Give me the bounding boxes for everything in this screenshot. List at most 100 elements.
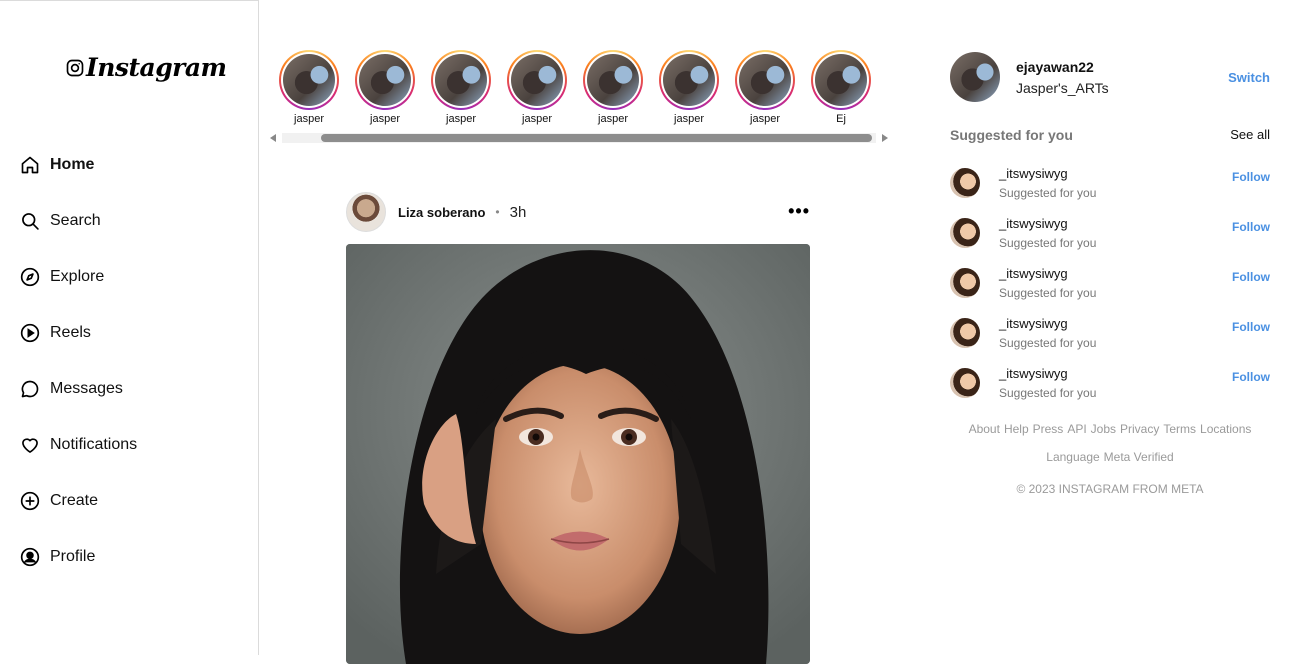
suggestion-avatar[interactable] <box>950 318 980 348</box>
story-ring <box>507 50 567 110</box>
nav-item-notifications[interactable]: Notifications <box>20 417 137 473</box>
story-ring <box>431 50 491 110</box>
home-icon <box>21 156 39 174</box>
nav-item-profile[interactable]: Profile <box>20 529 137 585</box>
suggestion-avatar[interactable] <box>950 268 980 298</box>
follow-button[interactable]: Follow <box>1232 270 1270 284</box>
story-username: jasper <box>446 113 476 125</box>
suggestion-avatar[interactable] <box>950 218 980 248</box>
nav-item-search[interactable]: Search <box>20 193 137 249</box>
logo-wordmark: Instagram <box>86 53 227 82</box>
follow-button[interactable]: Follow <box>1232 370 1270 384</box>
footer-link-language[interactable]: Language <box>1046 450 1099 464</box>
story-item[interactable]: jasper <box>507 50 567 125</box>
post-header: Liza soberano • 3h ••• <box>346 192 810 232</box>
story-item[interactable]: jasper <box>583 50 643 125</box>
footer-link-press[interactable]: Press <box>1033 422 1064 436</box>
suggestion-text: _itswysiwyg Suggested for you <box>999 166 1096 200</box>
suggestion-username[interactable]: _itswysiwyg <box>999 266 1096 281</box>
nav-label: Notifications <box>50 436 138 453</box>
more-options-icon[interactable]: ••• <box>788 202 810 220</box>
scroll-left-arrow-icon[interactable] <box>270 134 276 142</box>
nav-item-reels[interactable]: Reels <box>20 305 137 361</box>
follow-button[interactable]: Follow <box>1232 170 1270 184</box>
nav-item-messages[interactable]: Messages <box>20 361 137 417</box>
suggestion-item: _itswysiwyg Suggested for you Follow <box>950 258 1270 308</box>
nav-item-explore[interactable]: Explore <box>20 249 137 305</box>
suggestion-subtitle: Suggested for you <box>999 336 1097 350</box>
suggestion-avatar[interactable] <box>950 168 980 198</box>
footer-link-terms[interactable]: Terms <box>1163 422 1196 436</box>
nav-item-home[interactable]: Home <box>20 137 137 193</box>
suggestion-text: _itswysiwyg Suggested for you <box>999 216 1096 250</box>
story-username: jasper <box>674 113 704 125</box>
story-avatar <box>815 54 867 106</box>
suggestion-text: _itswysiwyg Suggested for you <box>999 266 1096 300</box>
suggestion-username[interactable]: _itswysiwyg <box>999 216 1096 231</box>
story-item[interactable]: Ej <box>811 50 871 125</box>
story-item[interactable]: jasper <box>659 50 719 125</box>
current-user-avatar[interactable] <box>950 52 1000 102</box>
footer-link-jobs[interactable]: Jobs <box>1091 422 1116 436</box>
stories-scrollbar[interactable] <box>270 132 888 144</box>
post-author-avatar[interactable] <box>346 192 386 232</box>
story-avatar <box>587 54 639 106</box>
suggestions-title: Suggested for you <box>950 127 1073 143</box>
suggestion-text: _itswysiwyg Suggested for you <box>999 316 1096 350</box>
suggestion-username[interactable]: _itswysiwyg <box>999 366 1096 381</box>
scrollbar-thumb[interactable] <box>321 134 872 142</box>
nav-label: Explore <box>50 268 105 285</box>
story-ring <box>355 50 415 110</box>
suggestion-avatar[interactable] <box>950 368 980 398</box>
post-image[interactable] <box>346 244 810 664</box>
story-item[interactable]: jasper <box>735 50 795 125</box>
suggestion-subtitle: Suggested for you <box>999 386 1097 400</box>
footer-link-about[interactable]: About <box>969 422 1000 436</box>
instagram-camera-icon <box>66 59 84 76</box>
follow-button[interactable]: Follow <box>1232 320 1270 334</box>
follow-button[interactable]: Follow <box>1232 220 1270 234</box>
story-ring <box>659 50 719 110</box>
story-username: jasper <box>370 113 400 125</box>
story-username: jasper <box>522 113 552 125</box>
story-username: jasper <box>598 113 628 125</box>
story-ring-gap <box>813 52 869 108</box>
suggestion-text: _itswysiwyg Suggested for you <box>999 366 1096 400</box>
footer-link-locations[interactable]: Locations <box>1200 422 1251 436</box>
suggestion-item: _itswysiwyg Suggested for you Follow <box>950 158 1270 208</box>
story-ring-gap <box>357 52 413 108</box>
suggestion-username[interactable]: _itswysiwyg <box>999 166 1096 181</box>
suggestion-subtitle: Suggested for you <box>999 236 1097 250</box>
story-avatar <box>511 54 563 106</box>
instagram-logo[interactable]: Instagram <box>66 53 227 82</box>
current-username[interactable]: ejayawan22 <box>1016 59 1109 75</box>
current-user-card: ejayawan22 Jasper's_ARTs Switch <box>950 52 1270 102</box>
nav-label: Search <box>50 212 101 229</box>
suggestion-username[interactable]: _itswysiwyg <box>999 316 1096 331</box>
suggestion-item: _itswysiwyg Suggested for you Follow <box>950 358 1270 408</box>
story-item[interactable]: jasper <box>279 50 339 125</box>
switch-account-button[interactable]: Switch <box>1228 70 1270 85</box>
footer-link-privacy[interactable]: Privacy <box>1120 422 1159 436</box>
scroll-right-arrow-icon[interactable] <box>882 134 888 142</box>
footer-link-help[interactable]: Help <box>1004 422 1029 436</box>
nav-item-create[interactable]: Create <box>20 473 137 529</box>
suggestion-item: _itswysiwyg Suggested for you Follow <box>950 308 1270 358</box>
story-ring <box>811 50 871 110</box>
story-username: Ej <box>836 113 846 125</box>
story-ring-gap <box>281 52 337 108</box>
nav-label: Create <box>50 492 99 509</box>
story-ring <box>583 50 643 110</box>
story-ring-gap <box>585 52 641 108</box>
profile-icon <box>20 547 40 567</box>
footer-link-meta-verified[interactable]: Meta Verified <box>1104 450 1174 464</box>
story-ring <box>735 50 795 110</box>
nav-label: Reels <box>50 324 91 341</box>
post-username[interactable]: Liza soberano <box>398 205 485 220</box>
nav-label: Messages <box>50 380 123 397</box>
story-item[interactable]: jasper <box>431 50 491 125</box>
see-all-link[interactable]: See all <box>1230 127 1270 143</box>
search-icon <box>22 213 39 230</box>
footer-link-api[interactable]: API <box>1067 422 1086 436</box>
story-item[interactable]: jasper <box>355 50 415 125</box>
